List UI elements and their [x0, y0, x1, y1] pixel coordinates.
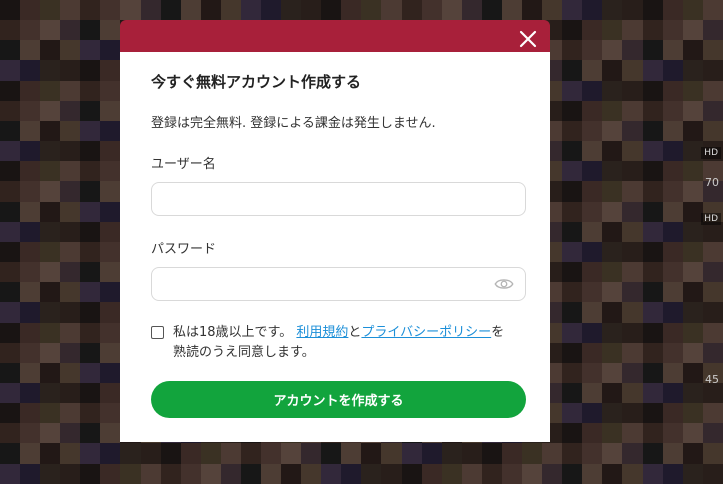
agree-prefix: 私は18歳以上です。 [173, 325, 293, 340]
agreement-text: 私は18歳以上です。 利用規約とプライバシーポリシーを 熟読のうえ同意します。 [173, 323, 504, 363]
username-field-wrap [151, 182, 526, 216]
partial-text: 45 [705, 373, 719, 386]
close-button[interactable] [512, 23, 544, 55]
modal-title: 今すぐ無料アカウント作成する [151, 73, 362, 91]
password-label: パスワード [151, 242, 217, 257]
agree-checkbox[interactable] [151, 326, 164, 339]
terms-link[interactable]: 利用規約 [296, 325, 348, 340]
hd-badge: HD [701, 147, 721, 159]
modal-subtitle: 登録は完全無料. 登録による課金は発生しません. [151, 116, 436, 131]
partial-text: 70 [705, 176, 719, 189]
signup-modal: 今すぐ無料アカウント作成する 登録は完全無料. 登録による課金は発生しません. … [120, 52, 550, 442]
close-icon [519, 30, 537, 48]
agree-suffix-line2: 熟読のうえ同意します。 [173, 345, 315, 360]
agree-and: と [348, 325, 362, 340]
password-field-wrap [151, 267, 526, 301]
agreement-row: 私は18歳以上です。 利用規約とプライバシーポリシーを 熟読のうえ同意します。 [151, 323, 526, 363]
username-input[interactable] [151, 182, 526, 216]
privacy-policy-link[interactable]: プライバシーポリシー [361, 325, 491, 340]
hd-badge: HD [701, 213, 721, 225]
eye-icon[interactable] [494, 275, 514, 293]
password-input[interactable] [151, 267, 526, 301]
create-account-button[interactable]: アカウントを作成する [151, 381, 526, 418]
agree-suffix: を [491, 325, 505, 340]
username-label: ユーザー名 [151, 157, 216, 172]
